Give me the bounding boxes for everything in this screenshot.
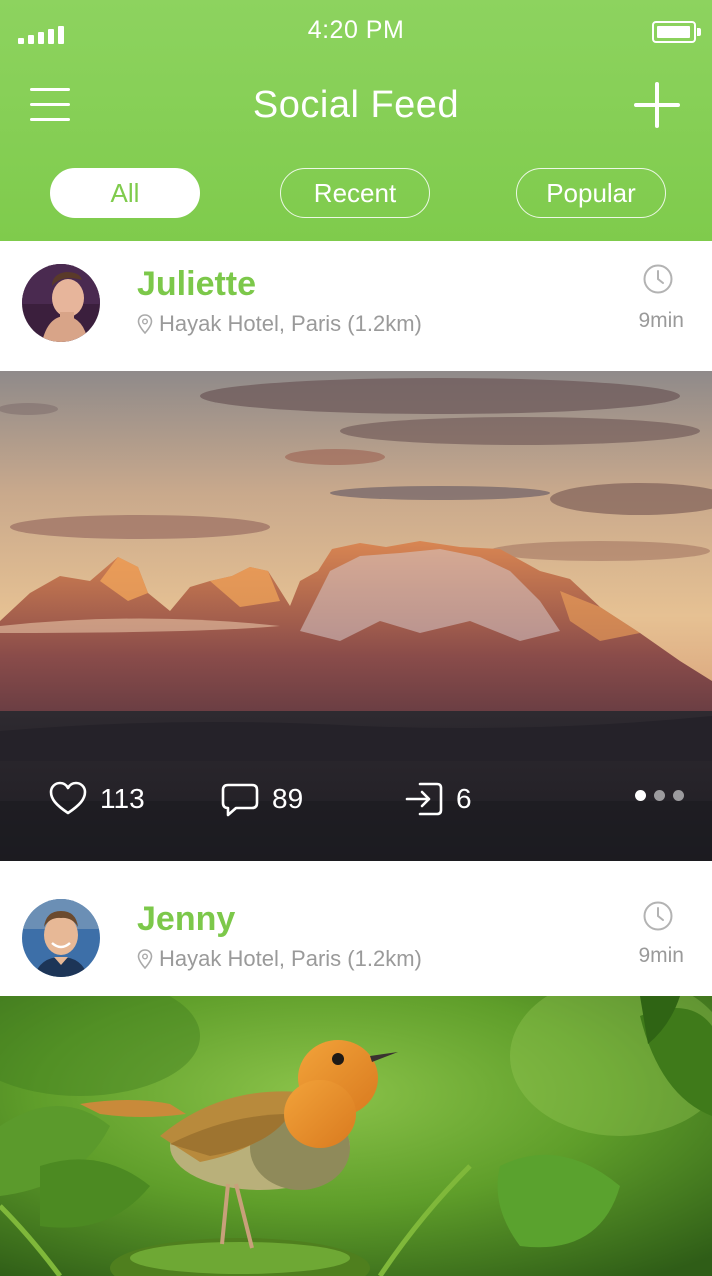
- share-icon: [405, 782, 443, 816]
- post-time-ago: 9min: [638, 944, 684, 967]
- clock-icon: [643, 264, 673, 294]
- location-text: Hayak Hotel, Paris (1.2km): [159, 946, 422, 971]
- avatar[interactable]: [22, 264, 100, 342]
- tab-popular[interactable]: Popular: [516, 168, 666, 218]
- status-bar: 4:20 PM: [0, 0, 712, 60]
- app-header: 4:20 PM Social Feed All Recent Popular: [0, 0, 712, 241]
- tab-recent[interactable]: Recent: [280, 168, 430, 218]
- post-time-ago: 9min: [638, 309, 684, 332]
- filter-tabs: All Recent Popular: [0, 168, 712, 220]
- post-location: Hayak Hotel, Paris (1.2km): [137, 311, 422, 337]
- comment-button[interactable]: 89: [220, 764, 303, 834]
- status-time: 4:20 PM: [307, 16, 405, 44]
- post-author[interactable]: Juliette: [137, 265, 256, 304]
- post-header: Juliette Hayak Hotel, Paris (1.2km) 9min: [0, 241, 712, 371]
- clock-icon: [643, 901, 673, 931]
- avatar[interactable]: [22, 899, 100, 977]
- nav-bar: Social Feed: [0, 70, 712, 142]
- post-action-bar: 113 89 6: [0, 764, 712, 834]
- robin-bird-photo[interactable]: [0, 996, 712, 1276]
- like-button[interactable]: 113: [48, 764, 145, 834]
- location-pin-icon: [137, 949, 153, 969]
- location-text: Hayak Hotel, Paris (1.2km): [159, 311, 422, 336]
- plus-icon[interactable]: [634, 82, 680, 128]
- more-options-icon[interactable]: [635, 790, 684, 801]
- comment-icon: [221, 783, 259, 817]
- battery-icon: [652, 21, 701, 43]
- post-author[interactable]: Jenny: [137, 900, 235, 939]
- post-location: Hayak Hotel, Paris (1.2km): [137, 946, 422, 972]
- heart-icon: [49, 781, 87, 815]
- share-button[interactable]: 6: [404, 764, 472, 834]
- tab-all[interactable]: All: [50, 168, 200, 218]
- share-count: 6: [456, 783, 472, 814]
- page-title: Social Feed: [252, 84, 460, 126]
- post-header: Jenny Hayak Hotel, Paris (1.2km) 9min: [0, 866, 712, 996]
- like-count: 113: [100, 783, 145, 814]
- comment-count: 89: [272, 783, 304, 814]
- location-pin-icon: [137, 314, 153, 334]
